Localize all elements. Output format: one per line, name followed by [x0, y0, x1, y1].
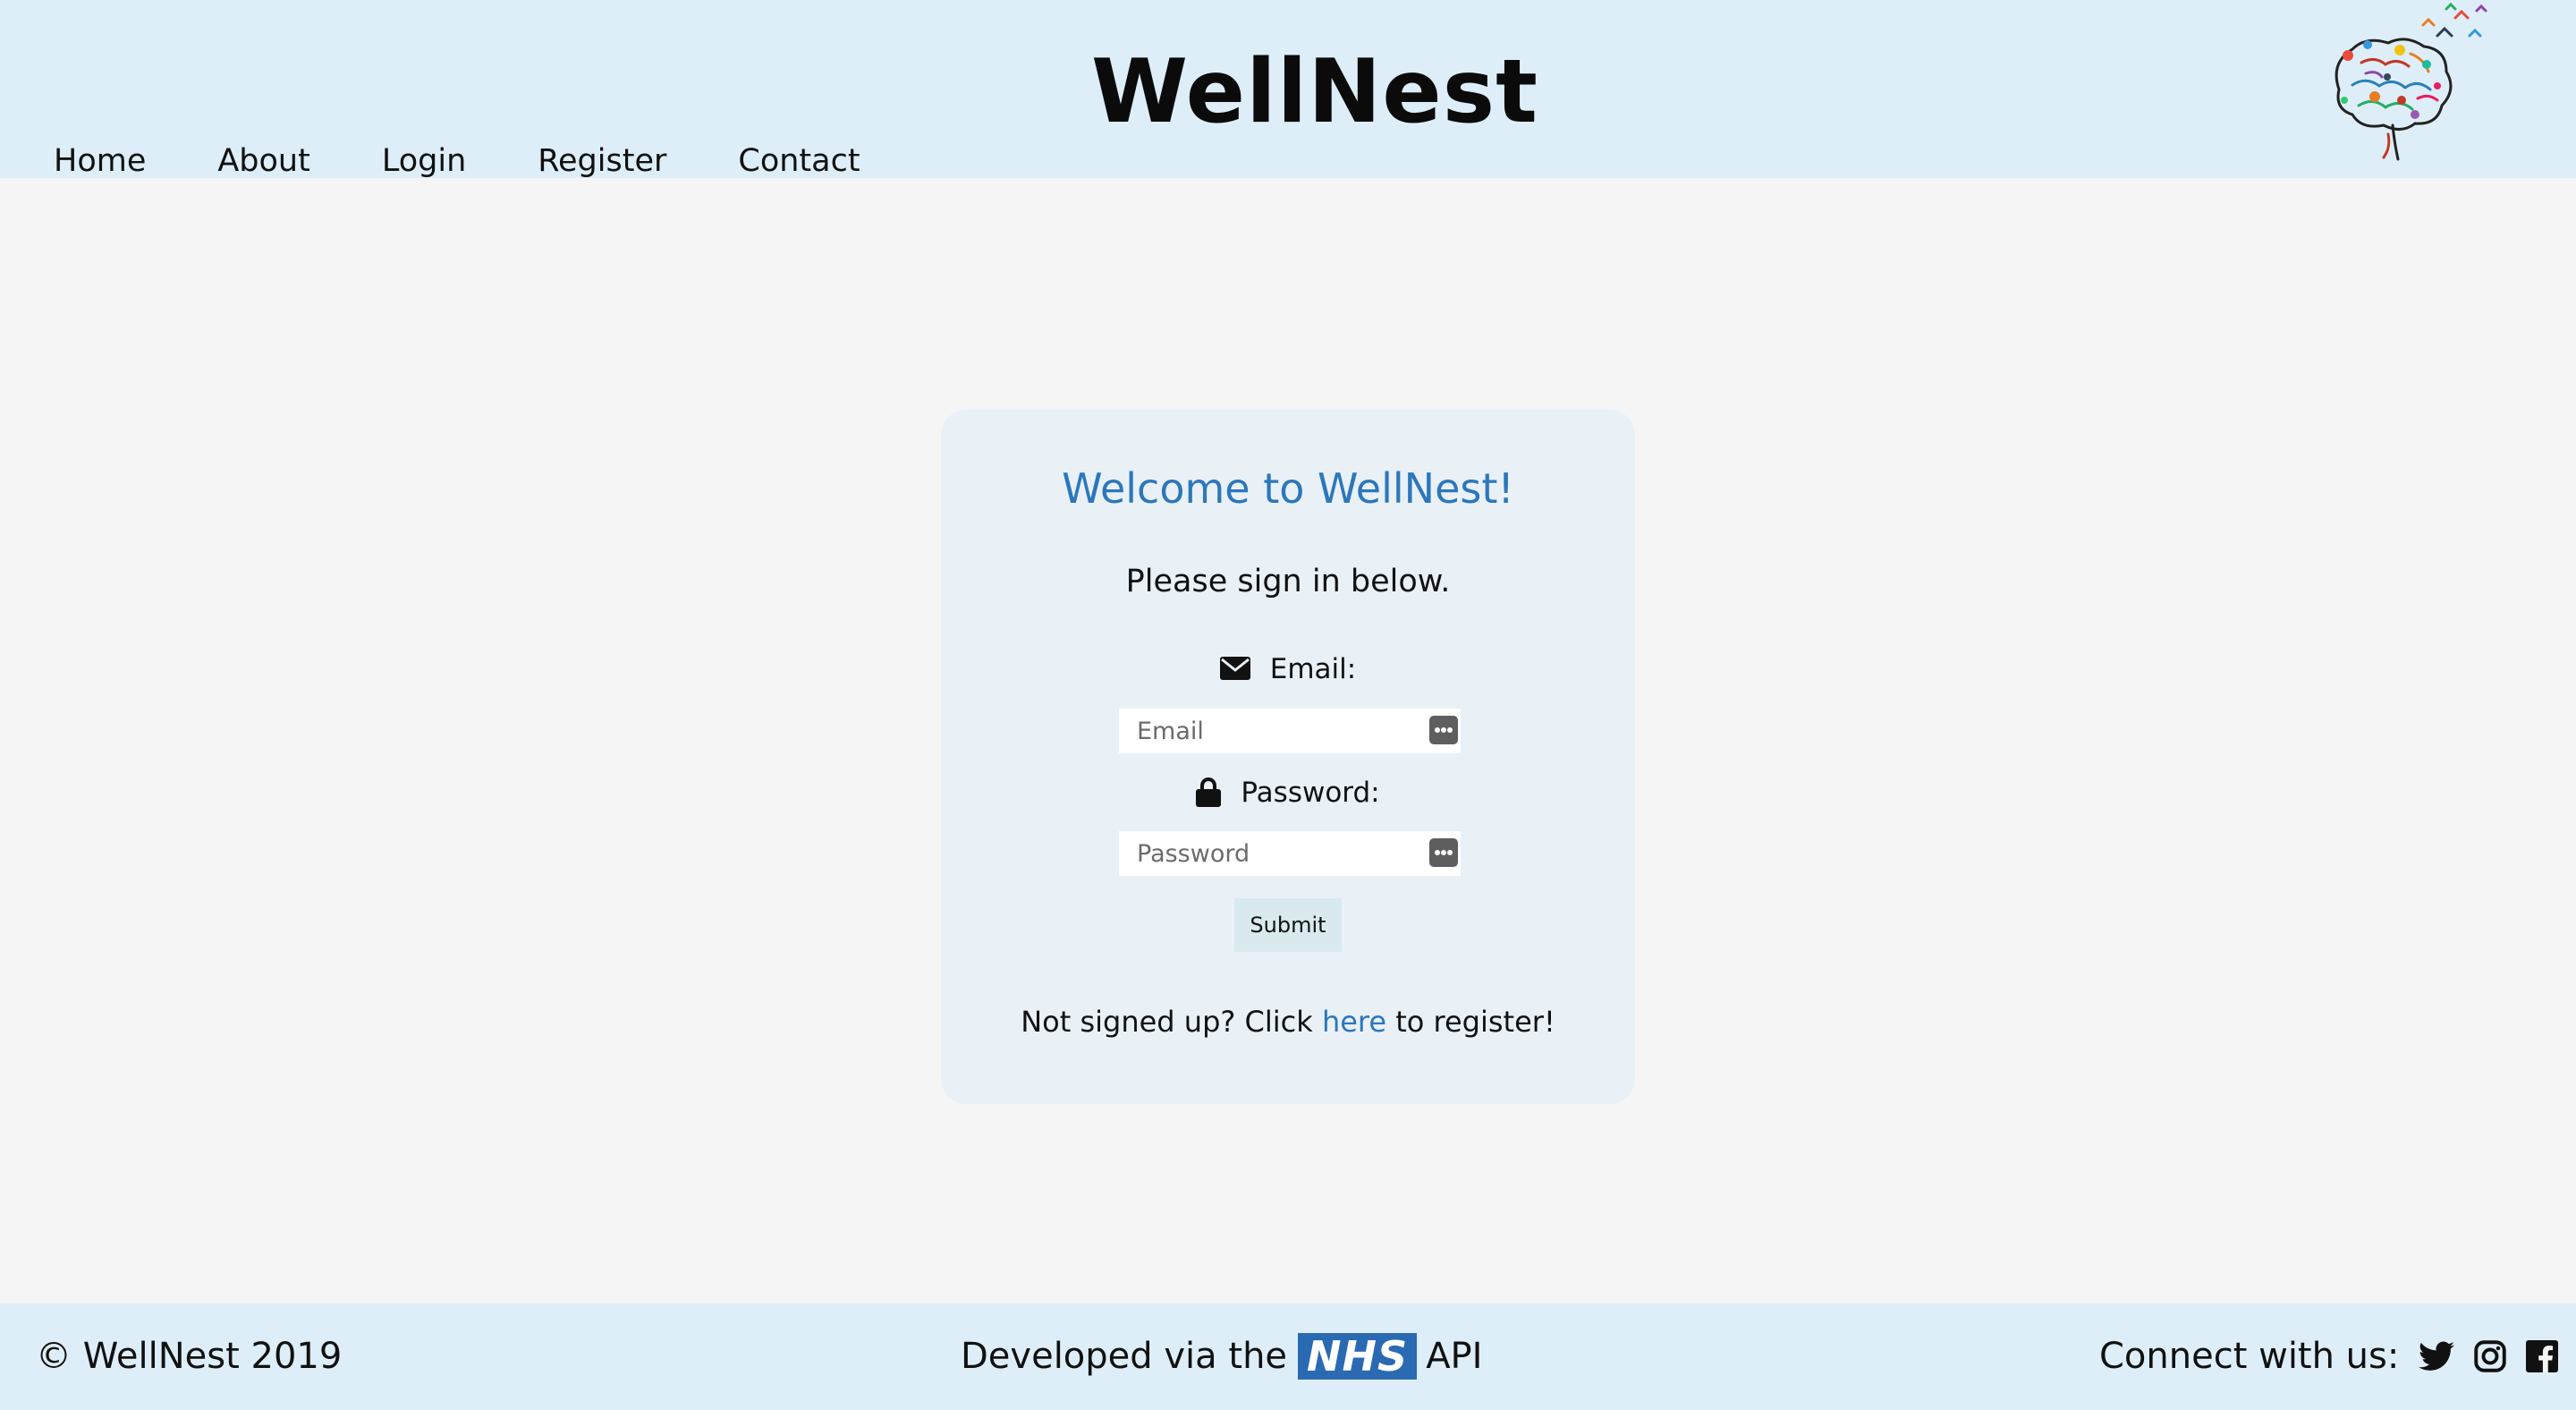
register-here-link[interactable]: here — [1322, 1005, 1386, 1039]
register-suffix: to register! — [1386, 1005, 1555, 1039]
envelope-icon — [1219, 656, 1250, 680]
developed-prefix: Developed via the — [961, 1336, 1288, 1377]
facebook-icon[interactable] — [2526, 1340, 2559, 1372]
email-input[interactable] — [1119, 709, 1461, 753]
nav-register[interactable]: Register — [538, 139, 666, 183]
site-title: WellNest — [1091, 41, 1538, 143]
main-nav: Home About Login Register Contact — [54, 139, 932, 183]
password-label: Password: — [1241, 777, 1380, 809]
lock-icon — [1196, 777, 1222, 807]
connect-label: Connect with us: — [2099, 1336, 2400, 1377]
password-label-row: Password: — [0, 771, 2576, 814]
password-input[interactable] — [1119, 831, 1461, 876]
welcome-heading: Welcome to WellNest! — [1062, 464, 1514, 513]
email-label-row: Email: — [0, 648, 2576, 691]
connect-section: Connect with us: — [2099, 1331, 2559, 1381]
twitter-icon[interactable] — [2419, 1341, 2455, 1372]
nav-home[interactable]: Home — [54, 139, 146, 183]
nav-login[interactable]: Login — [382, 139, 466, 183]
instagram-icon[interactable] — [2474, 1340, 2507, 1372]
password-manager-icon[interactable] — [1429, 838, 1458, 867]
email-label: Email: — [1269, 653, 1357, 685]
nav-about[interactable]: About — [217, 139, 309, 183]
brain-logo-icon — [2334, 2, 2487, 161]
copyright-text: © WellNest 2019 — [36, 1336, 343, 1377]
developed-via: Developed via the NHS API — [961, 1331, 1482, 1381]
nhs-logo: NHS — [1298, 1333, 1418, 1380]
developed-suffix: API — [1426, 1336, 1483, 1377]
register-prompt: Not signed up? Click here to register! — [0, 998, 2576, 1045]
nav-contact[interactable]: Contact — [738, 139, 860, 183]
signin-prompt: Please sign in below. — [1125, 564, 1451, 599]
register-prefix: Not signed up? Click — [1021, 1005, 1322, 1039]
submit-button[interactable]: Submit — [1234, 898, 1342, 952]
password-manager-icon[interactable] — [1429, 716, 1458, 744]
